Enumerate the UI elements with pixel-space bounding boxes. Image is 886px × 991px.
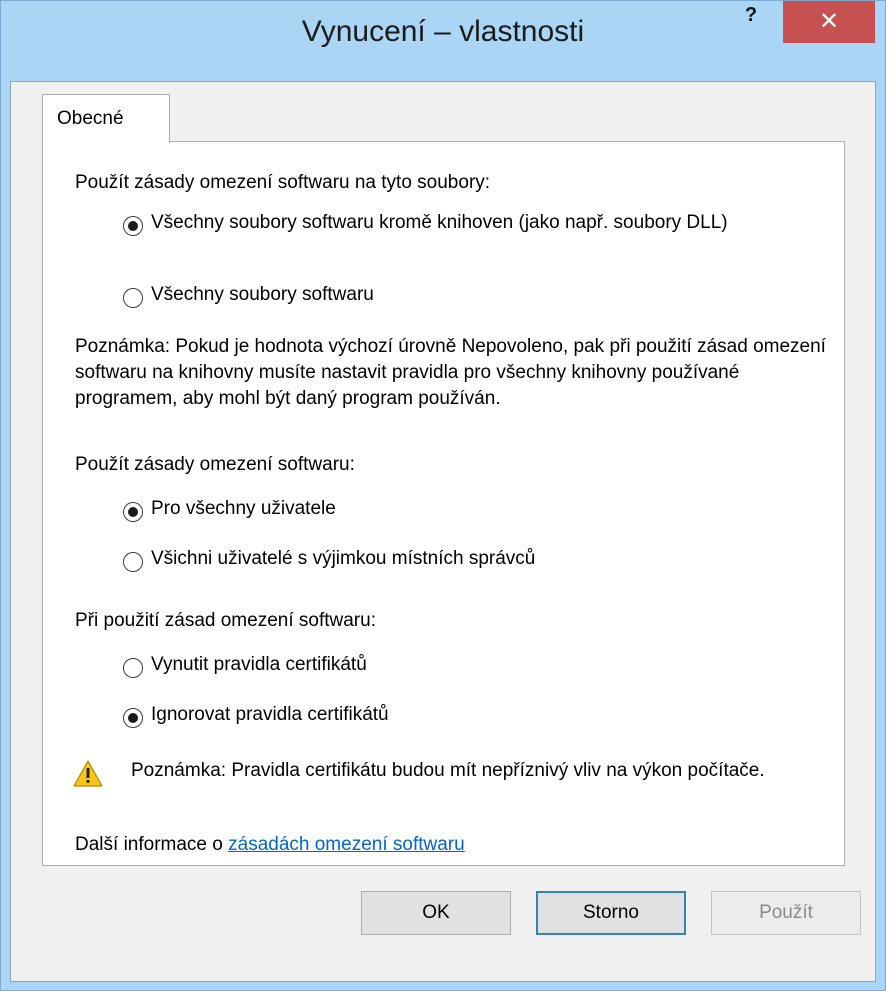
radio-label: Ignorovat pravidla certifikátů (151, 704, 389, 725)
radio-button-checked[interactable] (123, 708, 143, 728)
radio-label: Všichni uživatelé s výjimkou místních sp… (151, 548, 536, 569)
users-heading: Použít zásady omezení softwaru: (75, 454, 355, 475)
cancel-button[interactable]: Storno (536, 891, 686, 935)
close-button[interactable]: ✕ (783, 1, 875, 43)
title-bar[interactable]: Vynucení – vlastnosti ? ✕ (1, 1, 885, 81)
more-info-prefix: Další informace o (75, 834, 229, 855)
files-heading: Použít zásady omezení softwaru na tyto s… (75, 172, 491, 193)
tab-panel-general: Použít zásady omezení softwaru na tyto s… (42, 141, 845, 866)
more-info-link[interactable]: zásadách omezení softwaru (228, 834, 465, 855)
ok-button[interactable]: OK (361, 891, 511, 935)
warning-icon (73, 760, 103, 787)
radio-label: Pro všechny uživatele (151, 498, 336, 519)
tab-general[interactable]: Obecné (42, 94, 170, 143)
radio-label: Vynutit pravidla certifikátů (151, 654, 367, 675)
certificates-heading: Při použití zásad omezení softwaru: (75, 610, 376, 631)
dialog-window: Vynucení – vlastnosti ? ✕ Obecné Použít … (0, 0, 886, 991)
radio-button-checked[interactable] (123, 216, 143, 236)
apply-button[interactable]: Použít (711, 891, 861, 935)
close-icon: ✕ (818, 7, 840, 35)
dialog-client-area: Obecné Použít zásady omezení softwaru na… (10, 81, 876, 982)
radio-label: Všechny soubory softwaru (151, 284, 374, 305)
libraries-note: Poznámka: Pokud je hodnota výchozí úrovn… (75, 336, 826, 409)
radio-button[interactable] (123, 658, 143, 678)
radio-button[interactable] (123, 288, 143, 308)
help-button[interactable]: ? (721, 1, 781, 43)
more-info-line: Další informace o zásadách omezení softw… (75, 832, 465, 858)
radio-button-checked[interactable] (123, 502, 143, 522)
radio-label: Všechny soubory softwaru kromě knihoven … (151, 212, 728, 233)
radio-button[interactable] (123, 552, 143, 572)
certificate-warning-text: Poznámka: Pravidla certifikátu budou mít… (131, 760, 765, 781)
